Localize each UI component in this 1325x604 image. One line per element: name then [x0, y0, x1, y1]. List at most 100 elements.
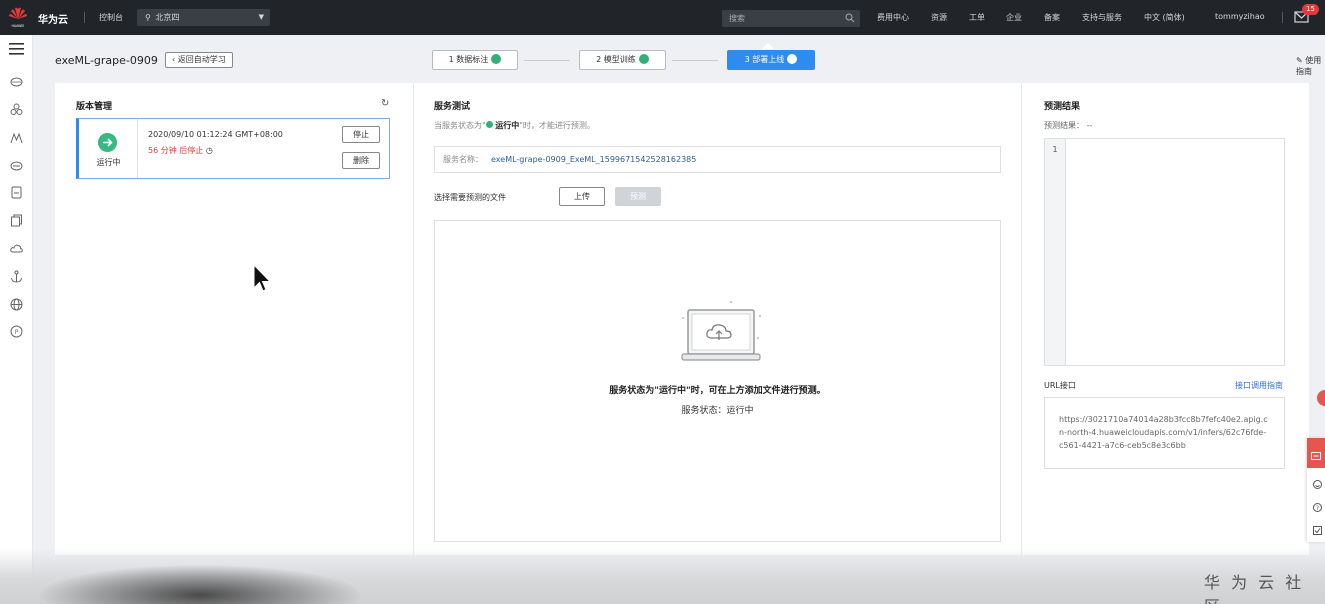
chevron-down-icon: ▼ [258, 13, 264, 21]
nav-enterprise[interactable]: 企业 [1006, 12, 1022, 23]
version-timestamp: 2020/09/10 01:12:24 GMT+08:00 [148, 130, 283, 139]
help-icon[interactable]: ? [1313, 503, 1322, 512]
mouse-cursor-icon [253, 264, 272, 292]
user-guide-link[interactable]: ✎ 使用指南 [1296, 55, 1325, 77]
step-label: 2 模型训练 [596, 55, 636, 64]
drop-area-status: 服务状态：运行中 [681, 406, 754, 416]
running-arrow-icon [98, 133, 117, 152]
check-circle-icon [787, 54, 798, 64]
service-name-value[interactable]: exeML-grape-0909_ExeML_15996715425281623… [491, 155, 696, 164]
check-circle-icon [491, 54, 502, 64]
database-icon[interactable] [10, 159, 23, 172]
back-button[interactable]: ‹ 返回自动学习 [165, 52, 233, 68]
watermark: 华 为 云 社 区 [1204, 573, 1305, 604]
notification-badge: 15 [1302, 4, 1319, 15]
globe-icon[interactable] [10, 298, 23, 311]
console-link[interactable]: 控制台 [99, 12, 123, 23]
tag-icon[interactable]: P [10, 325, 23, 338]
hint-prefix: 当服务状态为" [434, 121, 486, 130]
upload-button[interactable]: 上传 [559, 187, 605, 206]
step-connector [672, 60, 718, 61]
nav-language[interactable]: 中文 (简体) [1144, 12, 1185, 23]
file-drop-area[interactable]: 服务状态为"运行中"时，可在上方添加文件进行预测。 服务状态：运行中 [434, 220, 1001, 542]
page-title: exeML-grape-0909 [55, 54, 158, 67]
copy-icon[interactable] [10, 214, 23, 227]
nav-billing[interactable]: 费用中心 [877, 12, 909, 23]
smile-icon[interactable] [1313, 480, 1322, 489]
search-input[interactable]: 搜索 [722, 10, 860, 27]
divider [1282, 12, 1283, 23]
cluster-icon[interactable] [10, 103, 23, 116]
feedback-icon[interactable] [1313, 526, 1322, 535]
delete-button[interactable]: 删除 [342, 152, 380, 169]
url-interface-label: URL接口 [1044, 381, 1076, 390]
search-placeholder: 搜索 [729, 14, 745, 23]
floating-message-button[interactable] [1307, 438, 1325, 468]
step-connector [524, 60, 570, 61]
nav-filing[interactable]: 备案 [1044, 12, 1060, 23]
prediction-result-value: 预测结果： -- [1044, 121, 1093, 130]
svg-text:P: P [15, 329, 19, 336]
region-select[interactable]: ⚲ 北京四 ▼ [137, 9, 270, 26]
service-name-field: 服务名称： exeML-grape-0909_ExeML_159967154252… [434, 146, 1001, 173]
back-button-label: 返回自动学习 [177, 55, 226, 64]
nav-username[interactable]: tommyzihao [1215, 12, 1265, 21]
step-label: 1 数据标注 [448, 55, 489, 64]
svg-text:?: ? [1316, 505, 1319, 512]
version-card[interactable]: 运行中 2020/09/10 01:12:24 GMT+08:00 56 分钟 … [76, 118, 390, 179]
logo-text: HUAWEI [12, 24, 25, 28]
prediction-result-title: 预测结果 [1044, 102, 1081, 112]
chat-icon [1311, 452, 1321, 460]
location-icon: ⚲ [145, 13, 151, 22]
main-panel: 版本管理 ↻ 运行中 2020/09/10 01:12:24 GMT+08:00… [55, 83, 1309, 555]
nav-support[interactable]: 支持与服务 [1082, 12, 1122, 23]
predict-button[interactable]: 预测 [615, 187, 661, 206]
check-circle-icon [638, 54, 649, 64]
active-step-pointer [762, 43, 774, 49]
huawei-logo[interactable]: HUAWEI [6, 5, 30, 29]
step-model-training[interactable]: 2 模型训练 [579, 50, 666, 70]
nav-tickets[interactable]: 工单 [969, 12, 985, 23]
floating-avatar-tab[interactable] [1317, 390, 1325, 406]
step-label: 3 部署上线 [744, 55, 785, 64]
line-number-gutter: 1 [1045, 139, 1066, 365]
choose-file-label: 选择需要预测的文件 [434, 193, 506, 202]
column-divider [413, 83, 414, 555]
clock-icon[interactable]: ◷ [206, 146, 213, 155]
result-editor[interactable]: 1 [1044, 138, 1285, 366]
cloud-icon[interactable] [10, 75, 23, 88]
brand-name[interactable]: 华为云 [38, 11, 68, 26]
region-value: 北京四 [155, 13, 180, 22]
column-divider [1021, 83, 1022, 555]
left-sidebar: P [0, 35, 33, 604]
stop-button[interactable]: 停止 [342, 126, 380, 143]
page-header: exeML-grape-0909 ‹ 返回自动学习 1 数据标注 2 模型训练 … [34, 35, 1325, 83]
service-name-label: 服务名称： [443, 155, 483, 164]
laptop-upload-icon [681, 301, 761, 361]
anchor-icon[interactable] [10, 270, 23, 283]
mountain-icon[interactable] [10, 131, 23, 144]
api-url-field[interactable]: https://3021710a74014a28b3fcc8b7fefc40e2… [1044, 397, 1285, 469]
step-deploy[interactable]: 3 部署上线 [727, 50, 815, 70]
line-number: 1 [1052, 145, 1058, 154]
nav-resources[interactable]: 资源 [931, 12, 947, 23]
status-dot-icon [485, 121, 493, 128]
service-hint: 当服务状态为" 运行中"时，才能进行预测。 [434, 120, 595, 131]
version-status: 运行中 [96, 158, 121, 167]
version-management-title: 版本管理 [76, 102, 113, 112]
edit-icon: ✎ [1296, 56, 1303, 65]
api-guide-link[interactable]: 接口调用指南 [1235, 380, 1283, 391]
refresh-icon[interactable]: ↻ [381, 98, 389, 109]
divider [84, 12, 85, 23]
top-bar: HUAWEI 华为云 控制台 ⚲ 北京四 ▼ 搜索 费用中心 资源 工单 企业 … [0, 0, 1325, 35]
auto-stop-countdown: 56 分钟 后停止 ◷ [148, 145, 213, 156]
cloud-outline-icon[interactable] [10, 242, 23, 255]
step-data-labeling[interactable]: 1 数据标注 [432, 50, 518, 70]
hint-status: 运行中 [495, 121, 520, 130]
drop-area-message: 服务状态为"运行中"时，可在上方添加文件进行预测。 [609, 386, 826, 396]
menu-icon[interactable] [9, 43, 24, 55]
search-icon[interactable] [845, 13, 855, 23]
auto-stop-text: 56 分钟 后停止 [148, 146, 204, 155]
service-test-title: 服务测试 [434, 102, 471, 112]
file-icon[interactable] [10, 186, 23, 199]
